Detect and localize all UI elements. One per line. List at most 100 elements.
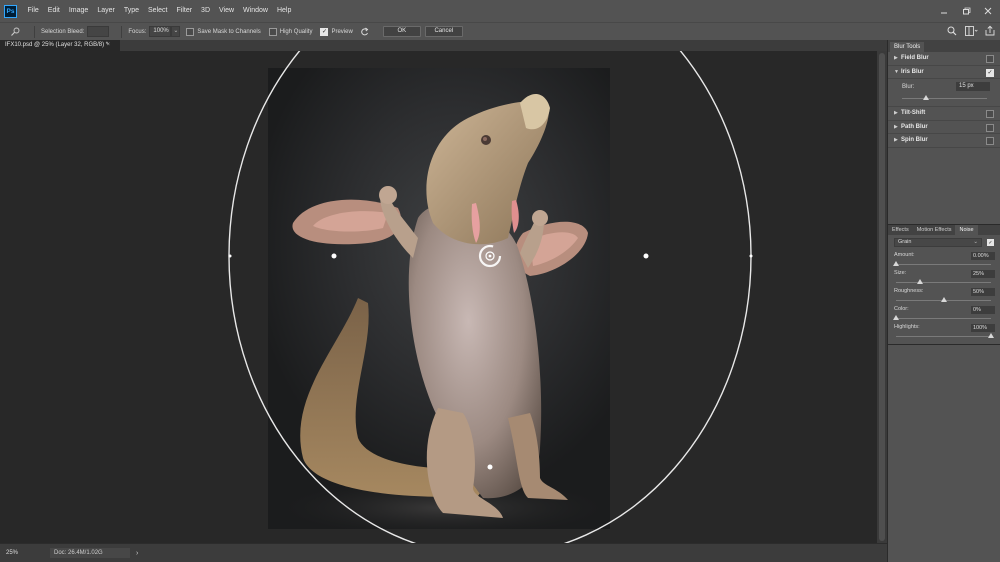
noise-roughness-slider-thumb[interactable] — [940, 297, 947, 302]
blur-name-path: Path Blur — [901, 123, 928, 130]
scrollbar-thumb[interactable] — [879, 53, 885, 541]
minimize-icon[interactable] — [938, 5, 950, 17]
noise-highlights-slider[interactable] — [896, 336, 991, 337]
tab-close-icon[interactable]: × — [106, 40, 110, 51]
feather-handle-bottom[interactable] — [487, 464, 493, 470]
options-separator — [34, 25, 35, 38]
share-icon[interactable] — [984, 25, 996, 37]
blur-row-path[interactable]: ▶ Path Blur — [888, 121, 1000, 134]
high-quality-checkbox[interactable] — [268, 27, 277, 36]
menu-select[interactable]: Select — [144, 0, 172, 22]
blur-amount-field[interactable]: 15 px — [956, 82, 990, 91]
noise-amount-label: Amount: — [894, 252, 915, 258]
iris-blur-params: Blur: 15 px — [888, 79, 1000, 107]
noise-color-label: Color: — [894, 306, 909, 312]
noise-highlights-label: Highlights: — [894, 324, 920, 330]
noise-amount-slider-thumb[interactable] — [893, 261, 899, 266]
expand-arrow-icon[interactable]: ▶ — [894, 110, 901, 116]
vertical-scrollbar[interactable] — [877, 51, 887, 543]
ellipse-handle-right[interactable] — [749, 254, 753, 258]
expand-arrow-icon[interactable]: ▶ — [894, 124, 901, 130]
menu-image[interactable]: Image — [64, 0, 92, 22]
close-icon[interactable] — [982, 5, 994, 17]
tab-motion-effects[interactable]: Motion Effects — [913, 225, 956, 235]
window-controls — [938, 0, 994, 22]
menu-filter[interactable]: Filter — [172, 0, 197, 22]
noise-type-value: Grain — [898, 239, 912, 245]
preview-checkbox[interactable]: ✓ — [320, 27, 329, 36]
tab-effects[interactable]: Effects — [888, 225, 913, 235]
tilt-shift-checkbox[interactable] — [986, 110, 994, 118]
noise-roughness-field[interactable]: 50% — [971, 288, 995, 296]
collapse-arrow-icon[interactable]: ▼ — [894, 69, 901, 75]
focus-dropdown-icon[interactable]: ⌄ — [171, 26, 181, 37]
expand-arrow-icon[interactable]: ▶ — [894, 55, 901, 61]
expand-arrow-icon[interactable]: ▶ — [894, 137, 901, 143]
iris-blur-checkbox[interactable]: ✓ — [986, 68, 994, 77]
blur-amount-label: Blur: — [902, 84, 915, 90]
noise-size-field[interactable]: 25% — [971, 270, 995, 278]
menu-help[interactable]: Help — [272, 0, 295, 22]
chevron-down-icon: ⌄ — [973, 239, 978, 245]
selection-bleed-field[interactable] — [87, 26, 110, 37]
noise-type-select[interactable]: Grain ⌄ — [894, 238, 982, 247]
noise-size-slider-thumb[interactable] — [916, 279, 923, 284]
zoom-level[interactable]: 25% — [6, 550, 36, 556]
high-quality-label: High Quality — [279, 28, 313, 35]
workspace-icon[interactable] — [964, 25, 978, 37]
blur-tools-tabstrip: Blur Tools — [888, 40, 1000, 52]
blur-row-iris[interactable]: ▼ Iris Blur ✓ — [888, 66, 1000, 79]
effects-panel: Effects Motion Effects Noise Grain ⌄ ✓ A… — [888, 224, 1000, 344]
feather-handle-left[interactable] — [331, 253, 337, 259]
noise-amount-slider[interactable] — [896, 264, 991, 265]
spin-blur-checkbox[interactable] — [986, 137, 994, 145]
noise-color-slider[interactable] — [896, 318, 991, 319]
blur-ring-pin[interactable] — [478, 244, 502, 268]
document-info[interactable]: Doc: 26.4M/1.02G — [50, 548, 130, 558]
canvas-area[interactable] — [0, 51, 877, 543]
menu-type[interactable]: Type — [119, 0, 143, 22]
focus-field[interactable]: 100% — [149, 26, 172, 37]
menu-3d[interactable]: 3D — [197, 0, 215, 22]
field-blur-checkbox[interactable] — [986, 55, 994, 63]
noise-size-slider[interactable] — [896, 282, 991, 283]
status-bar: 25% Doc: 26.4M/1.02G › — [0, 543, 887, 562]
blur-amount-slider-thumb[interactable] — [922, 95, 929, 100]
menu-file[interactable]: File — [23, 0, 43, 22]
noise-highlights-field[interactable]: 100% — [971, 324, 995, 332]
status-menu-arrow-icon[interactable]: › — [136, 550, 138, 557]
restore-icon[interactable] — [960, 5, 972, 17]
document-tab[interactable]: IFX10.psd @ 25% (Layer 32, RGB/8) * × — [0, 40, 120, 51]
tab-noise[interactable]: Noise — [955, 225, 978, 235]
ok-button[interactable]: OK — [382, 26, 421, 37]
blur-gallery-panel: Blur Tools ▶ Field Blur ▼ Iris Blur ✓ Bl… — [887, 40, 1000, 562]
cancel-button[interactable]: Cancel — [424, 26, 463, 37]
blur-tool-icon[interactable] — [8, 25, 22, 39]
noise-amount-row: Amount: 0.00% — [893, 252, 995, 270]
noise-highlights-slider-thumb[interactable] — [988, 333, 994, 338]
noise-roughness-label: Roughness: — [894, 288, 924, 294]
noise-color-field[interactable]: 0% — [971, 306, 995, 314]
reset-pins-icon[interactable] — [359, 26, 371, 38]
photoshop-logo-icon: Ps — [4, 4, 17, 18]
search-icon[interactable] — [946, 25, 958, 37]
blur-amount-slider[interactable] — [902, 98, 987, 99]
tab-blur-tools[interactable]: Blur Tools — [890, 42, 925, 52]
blur-row-tilt-shift[interactable]: ▶ Tilt-Shift — [888, 107, 1000, 121]
menu-view[interactable]: View — [215, 0, 239, 22]
menu-window[interactable]: Window — [239, 0, 273, 22]
noise-enabled-checkbox[interactable]: ✓ — [987, 239, 994, 246]
save-mask-checkbox[interactable] — [186, 27, 195, 36]
blur-row-field[interactable]: ▶ Field Blur — [888, 52, 1000, 66]
blur-row-spin[interactable]: ▶ Spin Blur — [888, 134, 1000, 148]
feather-handle-right[interactable] — [643, 253, 649, 259]
noise-color-row: Color: 0% — [893, 306, 995, 324]
noise-color-slider-thumb[interactable] — [893, 315, 899, 320]
selection-bleed-label: Selection Bleed: — [41, 28, 85, 35]
noise-amount-field[interactable]: 0.00% — [971, 252, 995, 260]
path-blur-checkbox[interactable] — [986, 123, 994, 132]
menu-edit[interactable]: Edit — [43, 0, 64, 22]
menu-layer[interactable]: Layer — [93, 0, 120, 22]
noise-size-label: Size: — [894, 270, 907, 276]
ellipse-handle-left[interactable] — [228, 254, 232, 258]
